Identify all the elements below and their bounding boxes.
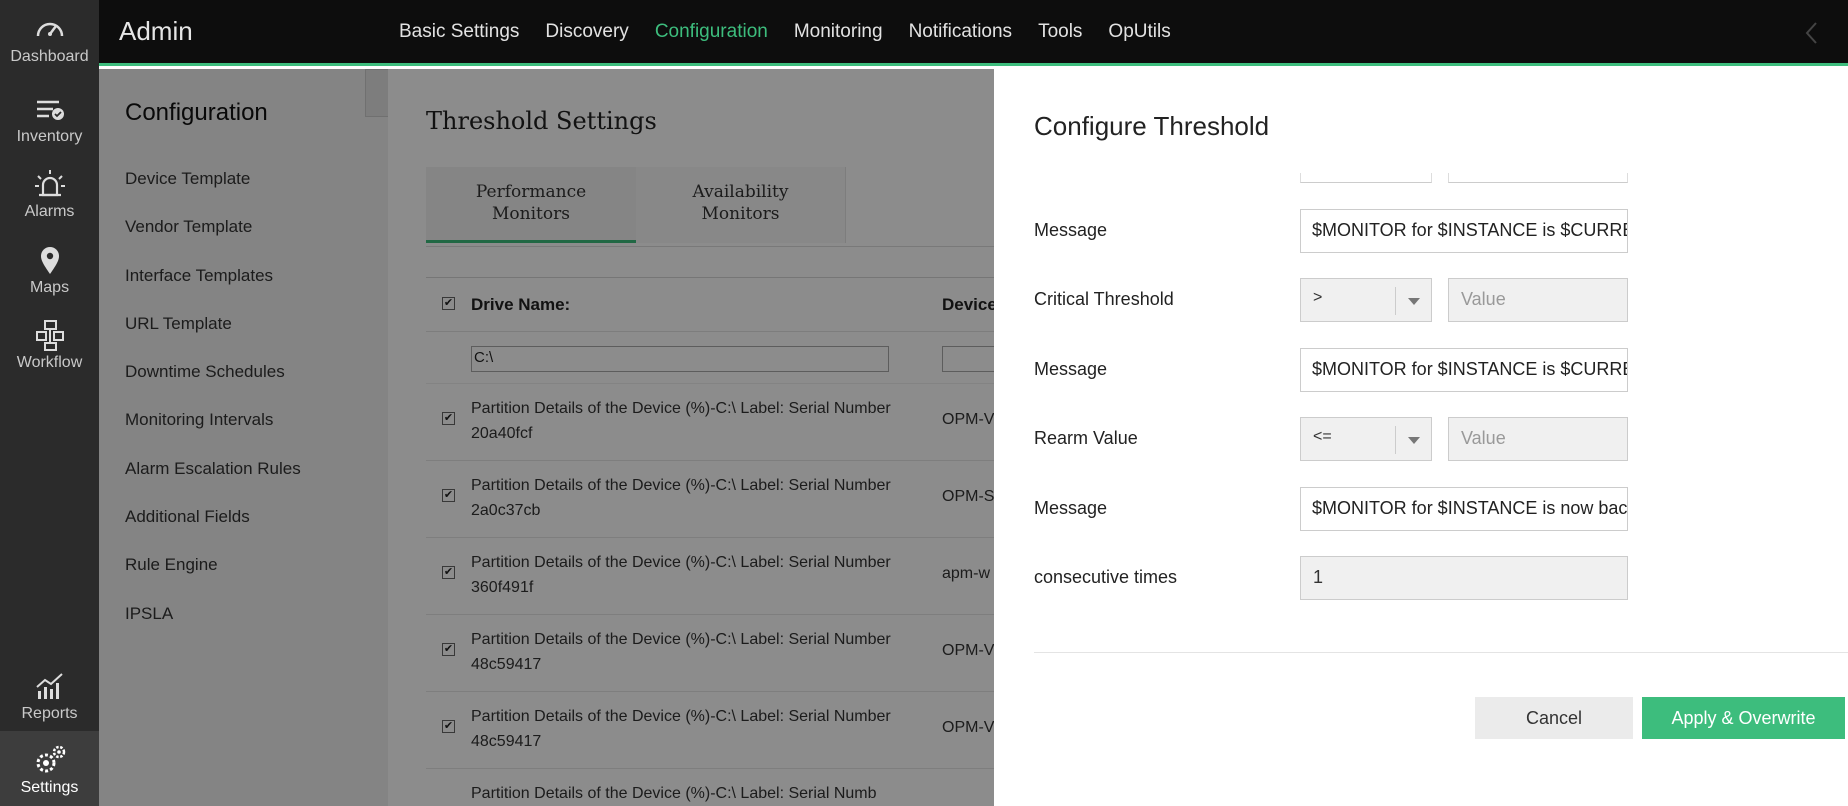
critical-threshold-row: Critical Threshold > Value xyxy=(1034,278,1794,322)
message-row-critical: Message $MONITOR for $INSTANCE is $CURRE… xyxy=(1034,348,1794,392)
dialog-divider xyxy=(1034,652,1848,653)
apply-overwrite-button[interactable]: Apply & Overwrite xyxy=(1642,697,1845,739)
cancel-button[interactable]: Cancel xyxy=(1475,697,1633,739)
rail-label: Alarms xyxy=(24,203,75,220)
rearm-message-input[interactable]: $MONITOR for $INSTANCE is now back to no… xyxy=(1300,487,1628,531)
rail-label: Dashboard xyxy=(10,48,89,65)
map-pin-icon xyxy=(40,247,59,274)
nav-discovery[interactable]: Discovery xyxy=(545,21,628,43)
chevron-down-icon xyxy=(1395,426,1431,454)
rail-label: Inventory xyxy=(16,128,83,145)
scrolled-value-input[interactable] xyxy=(1448,173,1628,183)
dialog-title: Configure Threshold xyxy=(1034,111,1270,141)
critical-operator-select[interactable]: > xyxy=(1300,278,1432,322)
nav-configuration[interactable]: Configuration xyxy=(655,21,768,43)
nav-oputils[interactable]: OpUtils xyxy=(1108,21,1170,43)
rail-settings[interactable]: Settings xyxy=(0,731,99,806)
message-label: Message xyxy=(1034,498,1108,518)
reports-chart-icon xyxy=(35,673,63,699)
nav-tools[interactable]: Tools xyxy=(1038,21,1082,43)
configure-threshold-dialog: Configure Threshold Message $MONITOR for… xyxy=(994,69,1848,806)
rearm-value-row: Rearm Value <= Value xyxy=(1034,417,1794,461)
alarm-siren-icon xyxy=(34,170,65,197)
inventory-list-check-icon xyxy=(36,100,64,120)
workflow-icon xyxy=(35,320,64,351)
top-bar: Admin Basic Settings Discovery Configura… xyxy=(99,0,1848,66)
left-nav-rail: Dashboard Inventory Alarms Maps Workflow… xyxy=(0,0,99,806)
rail-reports[interactable]: Reports xyxy=(0,657,99,732)
rail-label: Workflow xyxy=(16,354,83,371)
critical-operator-value: > xyxy=(1313,289,1323,306)
rearm-value-input[interactable]: Value xyxy=(1448,417,1628,461)
rearm-operator-select[interactable]: <= xyxy=(1300,417,1432,461)
modal-backdrop[interactable] xyxy=(99,69,994,806)
dashboard-gauge-icon xyxy=(36,22,63,37)
chevron-left-icon[interactable] xyxy=(1802,18,1822,48)
message-row-attention: Message $MONITOR for $INSTANCE is $CURRE… xyxy=(1034,209,1794,253)
rail-inventory[interactable]: Inventory xyxy=(0,80,99,155)
scrolled-operator-select[interactable] xyxy=(1300,173,1432,183)
nav-basic-settings[interactable]: Basic Settings xyxy=(399,21,519,43)
top-nav: Basic Settings Discovery Configuration M… xyxy=(399,21,1171,43)
message-row-rearm: Message $MONITOR for $INSTANCE is now ba… xyxy=(1034,487,1794,531)
settings-gears-icon xyxy=(36,745,65,773)
chevron-down-icon xyxy=(1395,287,1431,315)
critical-threshold-label: Critical Threshold xyxy=(1034,289,1174,309)
nav-monitoring[interactable]: Monitoring xyxy=(794,21,883,43)
rearm-value-label: Rearm Value xyxy=(1034,428,1138,448)
brand-title: Admin xyxy=(119,16,193,46)
rail-maps[interactable]: Maps xyxy=(0,231,99,306)
rail-label: Maps xyxy=(29,279,70,296)
rail-workflow[interactable]: Workflow xyxy=(0,306,99,381)
rail-label: Reports xyxy=(21,705,78,722)
rail-label: Settings xyxy=(20,779,79,796)
consecutive-times-row: consecutive times 1 xyxy=(1034,556,1794,600)
nav-notifications[interactable]: Notifications xyxy=(909,21,1013,43)
message-label: Message xyxy=(1034,220,1108,240)
message-label: Message xyxy=(1034,359,1108,379)
rearm-operator-value: <= xyxy=(1313,428,1332,445)
critical-value-input[interactable]: Value xyxy=(1448,278,1628,322)
rail-dashboard[interactable]: Dashboard xyxy=(0,0,99,75)
critical-message-input[interactable]: $MONITOR for $INSTANCE is $CURRENTVALUE xyxy=(1300,348,1628,392)
attention-message-input[interactable]: $MONITOR for $INSTANCE is $CURRENTVALUE xyxy=(1300,209,1628,253)
consecutive-times-input[interactable]: 1 xyxy=(1300,556,1628,600)
rail-alarms[interactable]: Alarms xyxy=(0,155,99,230)
consecutive-times-label: consecutive times xyxy=(1034,567,1178,587)
